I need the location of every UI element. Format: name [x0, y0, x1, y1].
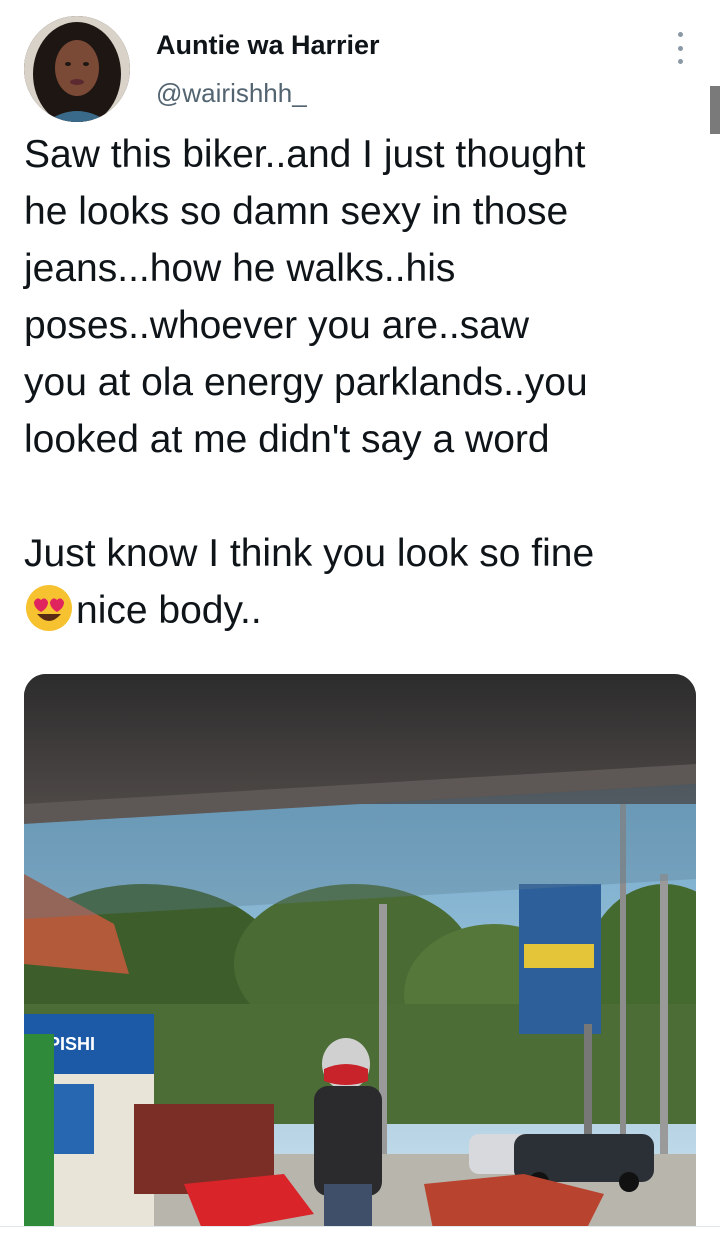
- more-options-icon[interactable]: [668, 32, 692, 64]
- author-name[interactable]: Auntie wa Harrier: [156, 30, 380, 61]
- scrollbar-thumb[interactable]: [710, 86, 720, 134]
- tweet-text: Saw this biker..and I just thought he lo…: [24, 126, 694, 639]
- divider: [0, 1226, 720, 1234]
- tweet-text-line: you at ola energy parklands..you: [24, 361, 588, 404]
- tweet-text-line: he looks so damn sexy in those: [24, 190, 569, 233]
- tweet-text-line: jeans...how he walks..his: [24, 247, 456, 290]
- tweet-text-line: Just know I think you look so fine: [24, 532, 595, 575]
- tweet-text-line: nice body..: [24, 582, 694, 639]
- heart-eyes-emoji-icon: [24, 583, 74, 633]
- tweet: Auntie wa Harrier @wairishhh_ Saw this b…: [0, 0, 720, 1234]
- tweet-text-line: Saw this biker..and I just thought: [24, 133, 586, 176]
- author-handle[interactable]: @wairishhh_: [156, 78, 307, 109]
- tweet-text-line: looked at me didn't say a word: [24, 418, 550, 461]
- avatar[interactable]: [24, 16, 130, 122]
- tweet-text-line: poses..whoever you are..saw: [24, 304, 530, 347]
- tweet-photo[interactable]: PISHI: [24, 674, 696, 1234]
- station-sign-text: PISHI: [48, 1034, 95, 1054]
- tweet-text-fragment: nice body..: [76, 589, 262, 632]
